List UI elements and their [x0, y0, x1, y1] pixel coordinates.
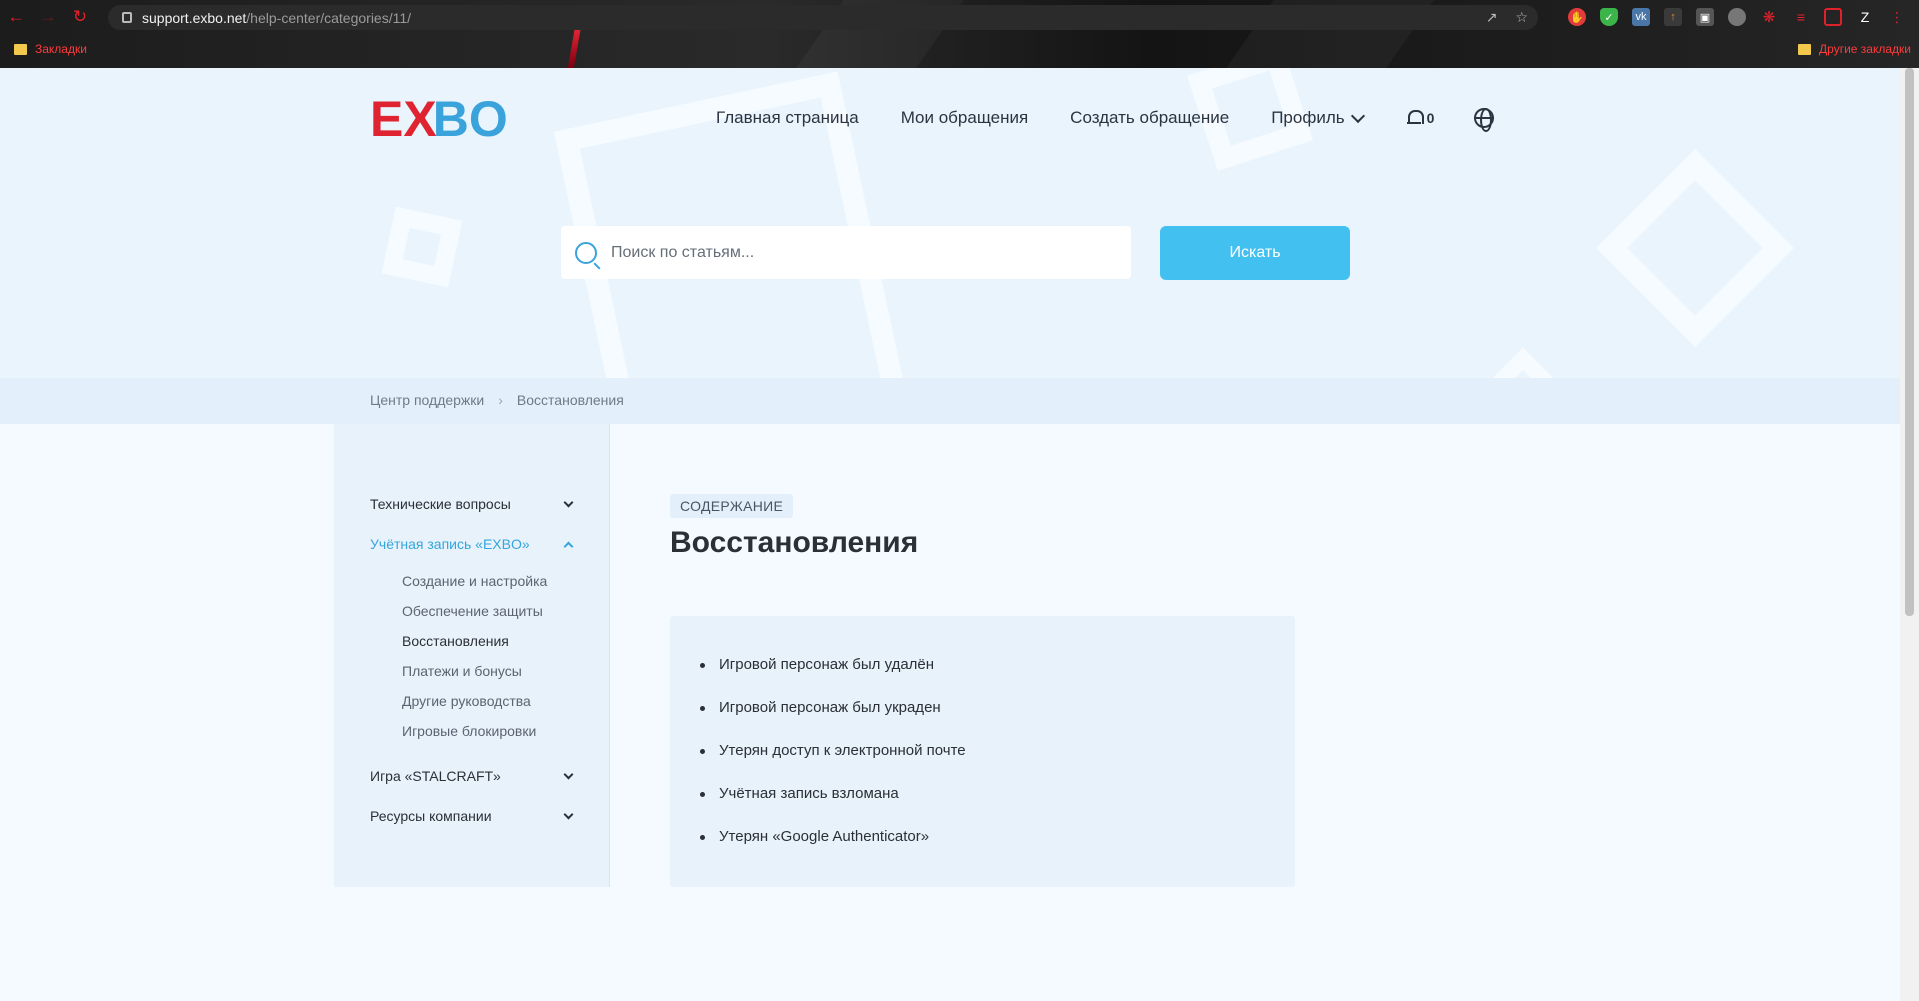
sidebar-category-exbo-account[interactable]: Учётная запись «EXBO»: [370, 536, 576, 552]
address-bar[interactable]: support.exbo.net /help-center/categories…: [108, 5, 1538, 30]
browser-chrome: ← → ↻ support.exbo.net /help-center/cate…: [0, 0, 1919, 68]
bullet-icon: [700, 663, 705, 668]
sidebar-category-technical[interactable]: Технические вопросы: [370, 496, 576, 512]
sidebar-category-label: Технические вопросы: [370, 496, 511, 512]
folder-icon: [14, 43, 27, 55]
category-sidebar: Технические вопросы Учётная запись «EXBO…: [334, 424, 610, 887]
breadcrumb-item-current: Восстановления: [516, 392, 624, 408]
decorative-square: [381, 206, 463, 288]
contents-tag: СОДЕРЖАНИЕ: [670, 494, 794, 518]
logo-letters-bo: BO: [432, 91, 508, 147]
search-field: [561, 226, 1131, 279]
breadcrumb-item-support-center[interactable]: Центр поддержки: [370, 392, 484, 408]
puzzle-extension-icon[interactable]: ❋: [1760, 8, 1778, 26]
sidebar-subitem-game-bans[interactable]: Игровые блокировки: [402, 723, 536, 739]
nav-create-request-link[interactable]: Создать обращение: [1070, 108, 1229, 128]
sidebar-category-label: Игра «STALCRAFT»: [370, 768, 501, 784]
articles-list: Игровой персонаж был удалён Игровой перс…: [700, 656, 966, 871]
arrows-extension-icon[interactable]: ↑: [1664, 8, 1682, 26]
bullet-icon: [700, 835, 705, 840]
sidebar-icon[interactable]: [1824, 8, 1842, 26]
sidebar-subitem-payments[interactable]: Платежи и бонусы: [402, 663, 522, 679]
breadcrumb-separator-icon: ›: [498, 392, 503, 408]
profile-extension-icon[interactable]: Z: [1856, 8, 1874, 26]
page-title: Восстановления: [670, 526, 919, 559]
forward-icon[interactable]: →: [32, 0, 64, 34]
main-navigation: Главная страница Мои обращения Создать о…: [716, 108, 1495, 132]
sidebar-category-label: Ресурсы компании: [370, 808, 492, 824]
logo-letter-x: X: [403, 91, 436, 147]
article-link[interactable]: Утерян «Google Authenticator»: [719, 828, 929, 845]
search-icon: [575, 241, 597, 264]
other-bookmarks-folder[interactable]: Другие закладки: [1798, 42, 1911, 56]
list-item: Утерян «Google Authenticator»: [700, 828, 966, 871]
breadcrumb-bar: Центр поддержки › Восстановления: [0, 378, 1900, 424]
search-button[interactable]: Искать: [1160, 226, 1350, 280]
article-link[interactable]: Учётная запись взломана: [719, 785, 899, 802]
reload-icon[interactable]: ↻: [64, 0, 96, 34]
extensions-bar: ✋ ✓ vk ↑ ▣ ❋ ≡ Z ⋮: [1568, 8, 1906, 26]
menu-kebab-icon[interactable]: ⋮: [1888, 8, 1906, 26]
list-item: Учётная запись взломана: [700, 785, 966, 828]
article-link[interactable]: Игровой персонаж был удалён: [719, 656, 934, 673]
bookmark-star-icon[interactable]: ☆: [1515, 9, 1528, 26]
logo-letter-e: E: [370, 91, 404, 147]
browser-toolbar: ← → ↻ support.exbo.net /help-center/cate…: [0, 0, 1919, 34]
list-item: Утерян доступ к электронной почте: [700, 742, 966, 785]
sidebar-subitem-protection[interactable]: Обеспечение защиты: [402, 603, 543, 619]
back-icon[interactable]: ←: [0, 0, 32, 34]
share-icon[interactable]: ↗: [1486, 9, 1498, 26]
profile-dropdown[interactable]: Профиль: [1271, 108, 1365, 128]
chevron-up-icon: [563, 541, 574, 551]
chevron-down-icon: [563, 769, 574, 779]
page-scrollbar[interactable]: [1900, 68, 1919, 1001]
adblock-extension-icon[interactable]: ✋: [1568, 8, 1586, 26]
sidebar-category-stalcraft[interactable]: Игра «STALCRAFT»: [370, 768, 576, 784]
chevron-down-icon: [563, 809, 574, 819]
circle-extension-icon[interactable]: [1728, 8, 1746, 26]
vk-extension-icon[interactable]: vk: [1632, 8, 1650, 26]
url-host: support.exbo.net: [142, 9, 247, 26]
language-globe-icon[interactable]: [1474, 108, 1495, 132]
sidebar-subitem-creation[interactable]: Создание и настройка: [402, 573, 547, 589]
sidebar-subitem-recovery[interactable]: Восстановления: [402, 633, 509, 649]
bookmarks-bar: Закладки Другие закладки: [0, 40, 1919, 60]
bullet-icon: [700, 792, 705, 797]
bookmarks-folder-label: Закладки: [35, 42, 87, 56]
profile-label: Профиль: [1271, 108, 1345, 127]
notification-count: 0: [1426, 110, 1435, 126]
lock-icon: [122, 12, 132, 23]
decorative-diamond: [1596, 149, 1794, 347]
article-link[interactable]: Игровой персонаж был украден: [719, 699, 941, 716]
article-link[interactable]: Утерян доступ к электронной почте: [719, 742, 966, 759]
nav-home-link[interactable]: Главная страница: [716, 108, 859, 128]
sidebar-category-company-resources[interactable]: Ресурсы компании: [370, 808, 576, 824]
scrollbar-thumb[interactable]: [1905, 68, 1914, 616]
exbo-logo[interactable]: E X BO: [370, 91, 508, 147]
bell-icon: [1406, 110, 1424, 126]
other-bookmarks-label: Другие закладки: [1819, 42, 1911, 56]
url-path: /help-center/categories/11/: [246, 9, 412, 26]
reading-list-icon[interactable]: ≡: [1792, 8, 1810, 26]
bullet-icon: [700, 749, 705, 754]
breadcrumb: Центр поддержки › Восстановления: [370, 392, 624, 408]
notifications-button[interactable]: 0: [1406, 110, 1435, 126]
bullet-icon: [700, 706, 705, 711]
list-item: Игровой персонаж был украден: [700, 699, 966, 742]
decorative-diamond: [1487, 347, 1559, 378]
nav-my-requests-link[interactable]: Мои обращения: [901, 108, 1028, 128]
chevron-down-icon: [563, 497, 574, 507]
folder-icon: [1798, 43, 1812, 55]
window-extension-icon[interactable]: ▣: [1696, 8, 1714, 26]
search-input[interactable]: [611, 243, 1111, 262]
chevron-down-icon: [1350, 108, 1365, 123]
sidebar-category-label: Учётная запись «EXBO»: [370, 536, 530, 552]
shield-extension-icon[interactable]: ✓: [1600, 8, 1618, 26]
sidebar-subitem-other-guides[interactable]: Другие руководства: [402, 693, 531, 709]
bookmarks-folder[interactable]: Закладки: [14, 42, 87, 56]
list-item: Игровой персонаж был удалён: [700, 656, 966, 699]
articles-card: Игровой персонаж был удалён Игровой перс…: [670, 616, 1295, 887]
